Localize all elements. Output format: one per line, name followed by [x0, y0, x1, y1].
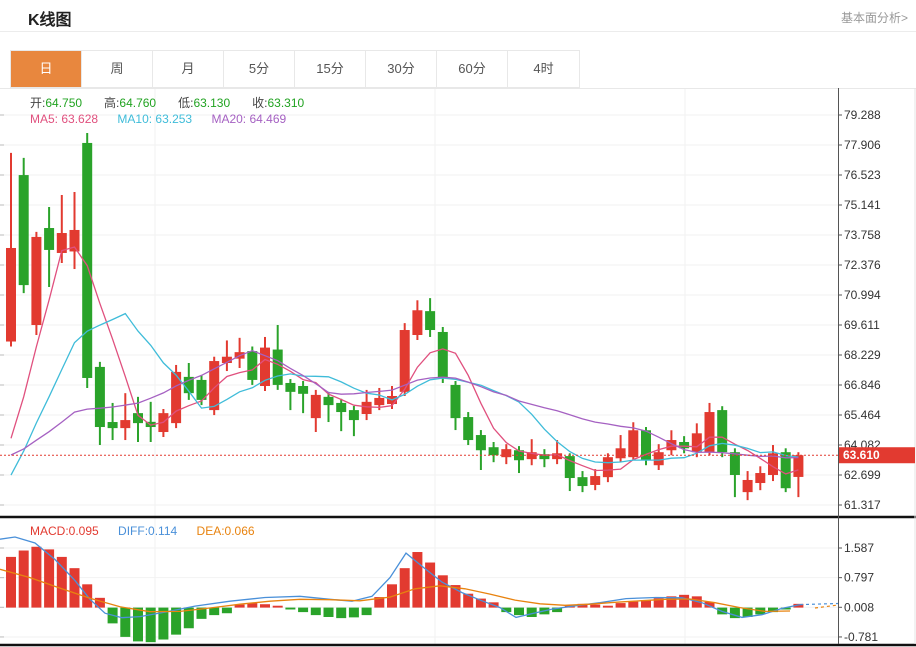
- open-label: 开:: [30, 96, 45, 110]
- open-value: 64.750: [45, 96, 82, 110]
- svg-text:79.288: 79.288: [844, 108, 881, 122]
- svg-text:75.141: 75.141: [844, 198, 881, 212]
- svg-text:-0.781: -0.781: [844, 630, 878, 644]
- svg-text:73.758: 73.758: [844, 228, 881, 242]
- ma-readout: MA5: 63.628 MA10: 63.253 MA20: 64.469: [30, 112, 302, 126]
- ohlc-readout: 开:64.750 高:64.760 低:63.130 收:63.310: [30, 94, 326, 111]
- low-value: 63.130: [193, 96, 230, 110]
- macd-value: MACD:0.095: [30, 524, 99, 538]
- svg-text:72.376: 72.376: [844, 258, 881, 272]
- macd-readout: MACD:0.095 DIFF:0.114 DEA:0.066: [30, 524, 271, 538]
- svg-text:68.229: 68.229: [844, 348, 881, 362]
- dea-value: DEA:0.066: [197, 524, 255, 538]
- svg-text:61.317: 61.317: [844, 498, 881, 512]
- svg-text:63.610: 63.610: [843, 448, 880, 462]
- diff-value: DIFF:0.114: [118, 524, 177, 538]
- high-label: 高:: [104, 96, 119, 110]
- svg-text:1.587: 1.587: [844, 541, 874, 555]
- low-label: 低:: [178, 96, 193, 110]
- high-value: 64.760: [119, 96, 156, 110]
- svg-text:0.008: 0.008: [844, 600, 874, 614]
- svg-text:62.699: 62.699: [844, 468, 881, 482]
- axes: 79.288 77.906 76.523 75.141 73.758 72.376 70.9…: [0, 88, 916, 645]
- close-label: 收:: [252, 96, 267, 110]
- svg-text:69.611: 69.611: [844, 318, 880, 332]
- close-value: 63.310: [267, 96, 304, 110]
- svg-text:76.523: 76.523: [844, 168, 881, 182]
- svg-text:0.797: 0.797: [844, 571, 874, 585]
- svg-text:77.906: 77.906: [844, 138, 881, 152]
- current-price-badge: 63.610: [839, 447, 915, 463]
- ma5-value: MA5: 63.628: [30, 112, 98, 126]
- svg-text:70.994: 70.994: [844, 288, 881, 302]
- ma10-value: MA10: 63.253: [117, 112, 192, 126]
- svg-text:65.464: 65.464: [844, 408, 881, 422]
- svg-text:66.846: 66.846: [844, 378, 881, 392]
- ma20-value: MA20: 64.469: [211, 112, 286, 126]
- macd-bars: [6, 547, 803, 642]
